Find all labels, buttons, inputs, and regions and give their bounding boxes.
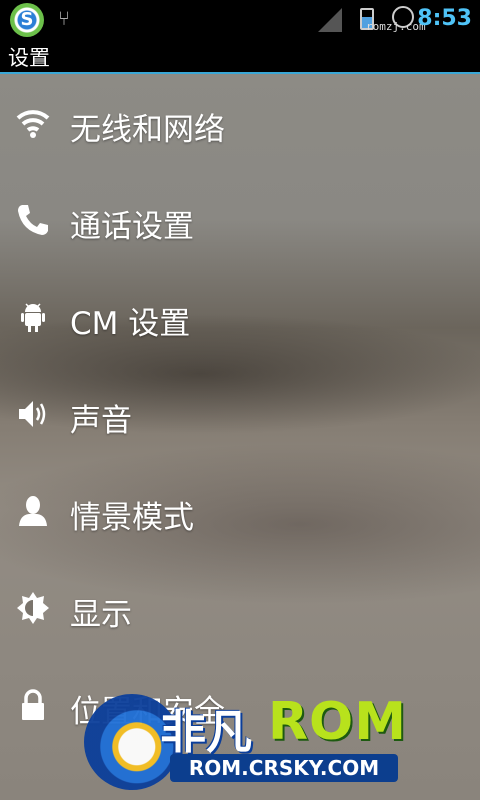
status-bar: S ⑂ romzj.com 8:53 (0, 0, 480, 38)
title-bar: 设置 (0, 38, 480, 74)
menu-item-sound[interactable]: 声音 (0, 367, 480, 464)
wifi-icon (16, 106, 50, 140)
menu-item-cm-settings[interactable]: CM 设置 (0, 270, 480, 367)
logo-brand-text: ROM (268, 692, 407, 752)
logo-url-text: ROM.CRSKY.COM (170, 754, 398, 782)
app-notification-icon[interactable]: S (10, 3, 44, 37)
menu-item-profiles[interactable]: 情景模式 (0, 464, 480, 561)
lock-icon (16, 688, 50, 722)
usb-icon: ⑂ (58, 6, 70, 30)
menu-item-label: CM 设置 (70, 306, 191, 342)
person-icon (16, 494, 50, 528)
speaker-icon (16, 397, 50, 431)
phone-icon (16, 203, 50, 237)
menu-item-label: 无线和网络 (70, 112, 225, 148)
menu-item-label: 显示 (70, 597, 132, 633)
menu-item-display[interactable]: 显示 (0, 561, 480, 658)
menu-item-wireless[interactable]: 无线和网络 (0, 76, 480, 173)
logo-cn-text: 非凡 (160, 705, 252, 759)
watermark-logo: 非凡 ROM ROM.CRSKY.COM (84, 690, 407, 794)
menu-item-label: 情景模式 (70, 500, 194, 536)
brightness-icon (16, 591, 50, 625)
menu-item-label: 声音 (70, 403, 132, 439)
clock: 8:53 (417, 6, 472, 31)
page-title: 设置 (8, 46, 50, 70)
signal-icon (318, 8, 342, 32)
android-icon (16, 300, 50, 334)
menu-item-call-settings[interactable]: 通话设置 (0, 173, 480, 270)
menu-item-label: 通话设置 (70, 209, 194, 245)
